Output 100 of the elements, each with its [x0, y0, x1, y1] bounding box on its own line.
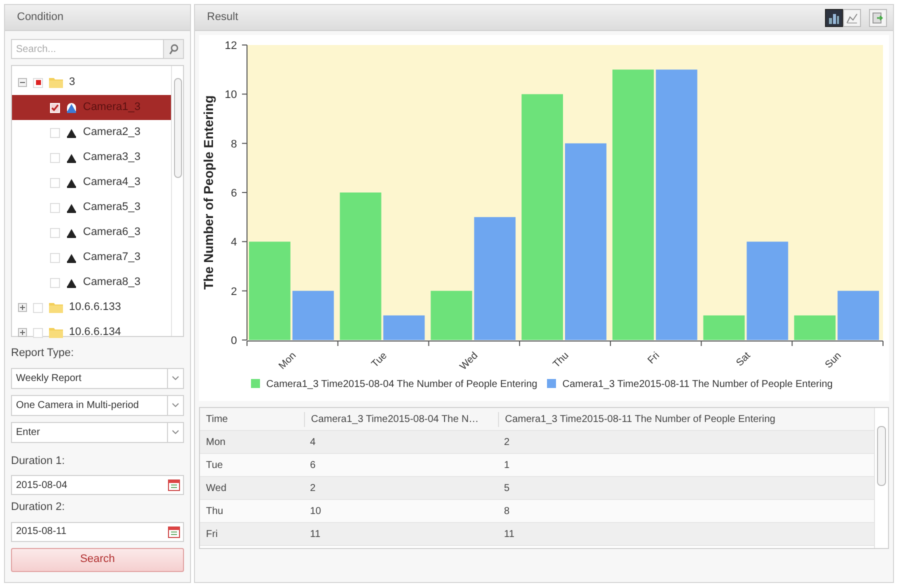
- scrollbar[interactable]: [874, 408, 888, 548]
- tick-label: 4: [230, 236, 237, 249]
- category-label: Thu: [551, 350, 572, 370]
- tree-label: Camera7_3: [83, 250, 140, 266]
- date-field[interactable]: 2015-08-11: [11, 522, 184, 542]
- tree-row[interactable]: 3: [12, 70, 171, 95]
- table-cell-text: 11: [309, 528, 322, 542]
- tree-label: Camera8_3: [83, 275, 140, 290]
- checkbox[interactable]: [50, 102, 60, 112]
- search-icon: [168, 44, 178, 54]
- dropdown[interactable]: One Camera in Multi-period: [11, 394, 184, 416]
- dropdown-value: One Camera in Multi-period: [15, 398, 140, 412]
- caret-icon: [172, 403, 179, 407]
- tree-label: Camera4_3: [83, 175, 140, 190]
- table-cell-text: 10: [309, 504, 322, 518]
- tick-label: 0: [230, 335, 237, 347]
- table-cell-text: 2: [503, 436, 511, 450]
- tree-row[interactable]: 10.6.6.133: [12, 295, 171, 320]
- table-cell-text: 6: [309, 458, 317, 472]
- bar: [703, 315, 745, 340]
- table-cell-text: Mon: [205, 436, 226, 450]
- bar: [383, 315, 425, 340]
- dropdown[interactable]: Weekly Report: [11, 368, 184, 388]
- export-button[interactable]: [869, 8, 887, 26]
- calendar-icon[interactable]: [168, 479, 180, 491]
- tree-row[interactable]: Camera2_3: [12, 120, 171, 145]
- category-label: Tue: [370, 350, 390, 370]
- bar-chart-icon: [828, 12, 840, 24]
- bar: [292, 290, 334, 340]
- bar: [838, 290, 879, 340]
- panel-title: Condition: [17, 10, 64, 26]
- tree-label: Camera2_3: [83, 125, 140, 140]
- tree-row[interactable]: Camera8_3: [12, 270, 171, 295]
- table-cell-text: 11: [503, 528, 516, 542]
- tree-row[interactable]: Camera5_3: [12, 195, 171, 220]
- panel-title: Result: [207, 10, 240, 26]
- folder-icon: [49, 302, 63, 313]
- bar: [430, 290, 472, 340]
- table-cell-text: Tue: [205, 458, 224, 472]
- tree-label: 3: [69, 75, 76, 90]
- tick-label: 6: [230, 188, 237, 200]
- plus-icon: [20, 330, 25, 335]
- table-cell-text: Wed: [205, 482, 228, 496]
- legend-label: Camera1_3 Time2015-08-11 The Number of People Entering: [562, 378, 833, 392]
- caret-icon: [172, 376, 179, 380]
- tree-label: Camera5_3: [83, 200, 140, 216]
- field-label: Duration 2:: [11, 500, 66, 515]
- dropdown-value: Enter: [15, 426, 41, 440]
- line-chart-icon: [846, 12, 858, 24]
- check-icon: [51, 104, 59, 112]
- tree-row[interactable]: 10.6.6.134: [12, 320, 171, 345]
- search-field[interactable]: Search...: [11, 39, 164, 59]
- search-button[interactable]: [164, 39, 184, 59]
- column-header[interactable]: Time: [200, 412, 304, 426]
- folder-icon: [49, 327, 63, 338]
- axis-title: The Number of People Entering: [201, 95, 216, 290]
- partial-mark-icon: [36, 80, 40, 85]
- tree-label: 10.6.6.133: [69, 300, 121, 316]
- category-label: Mon: [277, 350, 299, 372]
- tree-label: Camera1_3: [83, 100, 140, 116]
- expand-toggle[interactable]: [18, 328, 27, 337]
- tree-label: Camera3_3: [83, 150, 140, 166]
- bar-chart-button[interactable]: [825, 8, 843, 26]
- tree-row[interactable]: Camera3_3: [12, 145, 171, 170]
- column-header[interactable]: Camera1_3 Time2015-08-11 The Number of People Entering: [498, 412, 874, 426]
- tick-label: 12: [224, 40, 237, 52]
- table-cell-text: 2: [309, 482, 317, 496]
- table-cell-text: Fri: [205, 528, 219, 542]
- field-label: Report Type:: [11, 346, 75, 361]
- dropdown-value: Weekly Report: [15, 372, 82, 386]
- calendar-icon[interactable]: [168, 526, 180, 538]
- legend-label: Camera1_3 Time2015-08-04 The Number of People Entering: [266, 378, 538, 392]
- tree-label: 10.6.6.134: [69, 325, 121, 340]
- folder-icon: [49, 77, 63, 88]
- tree-label: Camera6_3: [83, 225, 140, 240]
- category-label: Fri: [646, 350, 662, 366]
- caret-icon: [172, 430, 179, 434]
- tick-label: 2: [230, 286, 237, 298]
- scrollbar[interactable]: [171, 66, 183, 336]
- table-cell-text: 8: [503, 504, 511, 518]
- collapse-toggle[interactable]: [18, 78, 27, 87]
- tick-label: 8: [230, 138, 237, 150]
- category-label: Sat: [734, 350, 753, 369]
- plus-icon: [20, 305, 25, 310]
- bar: [794, 315, 836, 340]
- date-field[interactable]: 2015-08-04: [11, 475, 184, 495]
- table-cell-text: Thu: [205, 504, 224, 518]
- minus-icon: [20, 80, 25, 85]
- tree-row[interactable]: Camera4_3: [12, 170, 171, 195]
- table-cell-text: 1: [503, 458, 511, 472]
- export-icon: [872, 12, 884, 24]
- dropdown[interactable]: Enter: [11, 422, 184, 442]
- table-cell-text: 5: [503, 482, 511, 496]
- tree-row[interactable]: Camera7_3: [12, 245, 171, 270]
- tree-row[interactable]: Camera6_3: [12, 220, 171, 245]
- search-button[interactable]: Search: [11, 548, 184, 572]
- field-label: Duration 1:: [11, 454, 66, 468]
- column-header[interactable]: Camera1_3 Time2015-08-04 The N…: [304, 412, 498, 426]
- expand-toggle[interactable]: [18, 303, 27, 312]
- table-cell-text: 4: [309, 436, 317, 450]
